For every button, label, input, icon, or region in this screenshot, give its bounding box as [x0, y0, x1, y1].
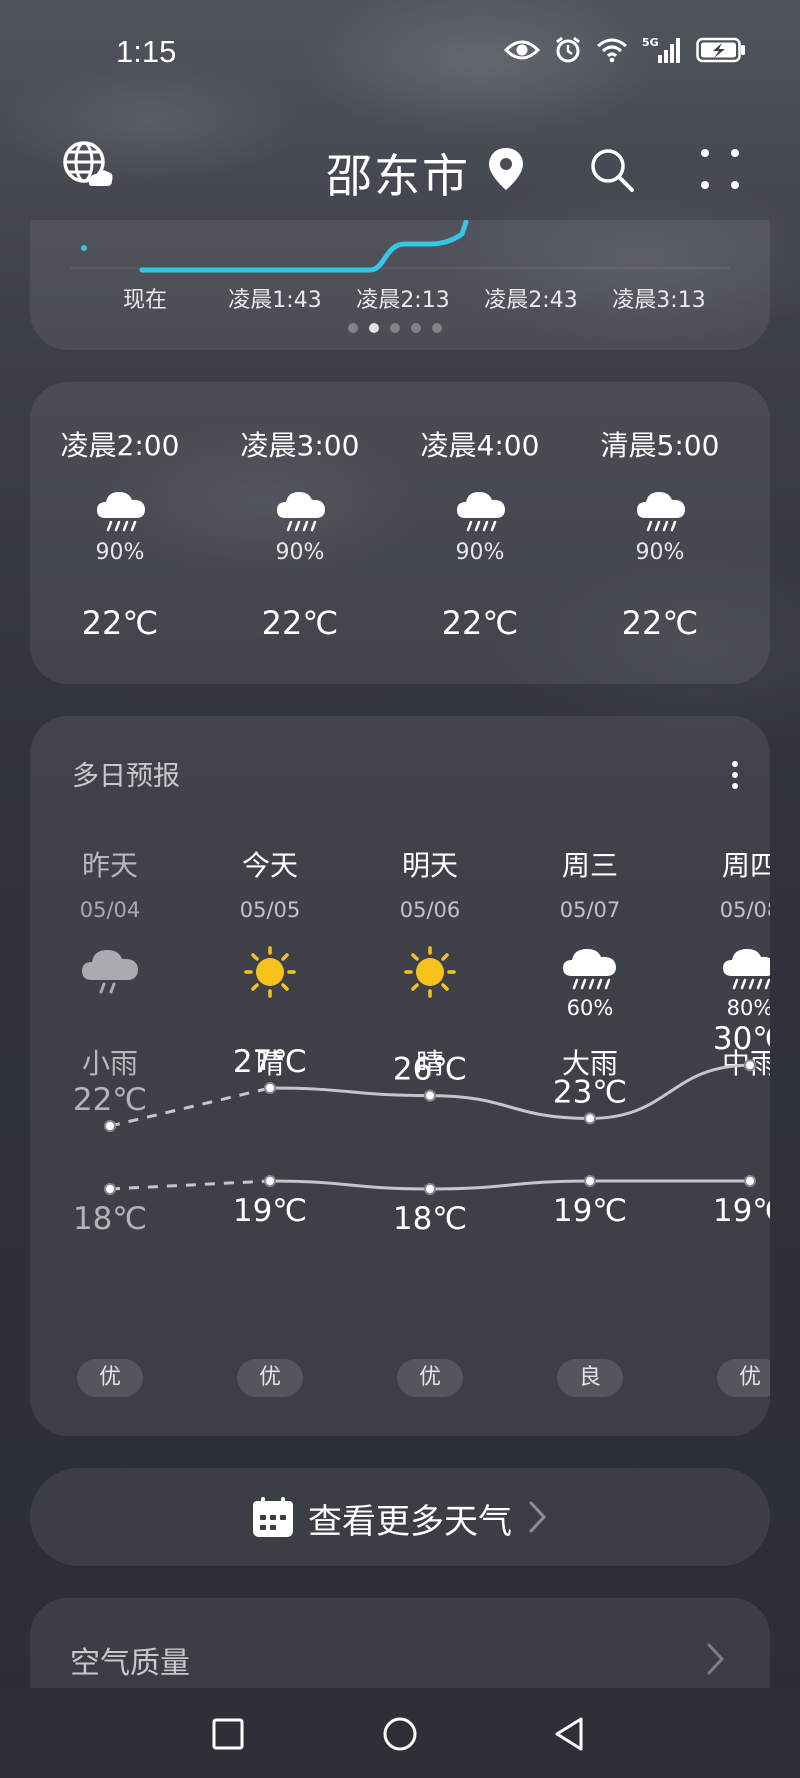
day-name: 昨天 — [81, 849, 138, 882]
hour-precip: 90% — [275, 540, 325, 565]
city-name[interactable]: 邵东市 — [326, 140, 470, 206]
day-item-thursday[interactable]: 周四 05/08 80% 中雨 优 — [690, 716, 770, 1436]
recent-apps-icon[interactable] — [206, 1712, 250, 1756]
hour-precip: 90% — [635, 540, 685, 565]
hourly-forecast-card[interactable]: 凌晨2:00 90% 22℃ 凌晨3:00 90% 22℃ 凌晨4:00 90%… — [30, 382, 770, 684]
page-dot — [432, 323, 442, 333]
calendar-icon — [251, 1495, 295, 1539]
day-date: 05/08 — [719, 898, 770, 922]
day-name: 今天 — [241, 849, 298, 882]
day-name: 周四 — [721, 849, 770, 882]
rain-cloud-icon — [95, 488, 147, 532]
temperature-line — [269, 1063, 751, 1120]
navigation-bar — [0, 1688, 800, 1778]
globe-weather-icon[interactable] — [62, 140, 114, 192]
precip-time-label: 凌晨1:43 — [228, 288, 322, 313]
page-dot — [390, 323, 400, 333]
battery-charging-icon — [696, 37, 746, 67]
chevron-right-icon — [528, 1500, 548, 1534]
day-condition: 晴 — [255, 1047, 284, 1080]
day-date: 05/07 — [559, 898, 621, 922]
hour-temp: 22℃ — [261, 604, 339, 642]
day-item-tomorrow[interactable]: 明天 05/06 晴 优 — [370, 716, 490, 1436]
hour-time: 凌晨3:00 — [240, 429, 360, 462]
rain-cloud-icon — [720, 944, 770, 1000]
alarm-icon — [554, 36, 582, 68]
precip-time-label: 凌晨2:13 — [356, 288, 450, 313]
page-dot — [348, 323, 358, 333]
light-rain-icon — [80, 944, 140, 1000]
precipitation-time-labels: 现在 凌晨1:43 凌晨2:13 凌晨2:43 凌晨3:13 — [30, 282, 770, 313]
day-precip: 80% — [726, 996, 770, 1020]
sun-icon — [240, 944, 300, 1000]
day-condition: 小雨 — [81, 1047, 138, 1080]
day-condition: 晴 — [415, 1047, 444, 1080]
air-quality-title: 空气质量 — [70, 1646, 190, 1681]
day-condition: 中雨 — [721, 1047, 770, 1080]
day-item-wednesday[interactable]: 周三 05/07 60% 大雨 良 — [530, 716, 650, 1436]
day-precip: 60% — [566, 996, 614, 1020]
sun-icon — [400, 944, 460, 1000]
5g-signal-icon: 5G — [642, 36, 682, 68]
hourly-item: 清晨5:00 90% 22℃ — [570, 382, 750, 684]
hourly-item: 凌晨2:00 90% 22℃ — [30, 382, 210, 684]
aqi-badge: 优 — [237, 1359, 303, 1397]
hour-precip: 90% — [95, 540, 145, 565]
precip-time-label: 凌晨2:43 — [484, 288, 578, 313]
more-weather-button[interactable]: 查看更多天气 — [30, 1468, 770, 1566]
precipitation-line-chart — [70, 220, 730, 273]
day-name: 周三 — [561, 849, 618, 882]
hour-time: 凌晨4:00 — [420, 429, 540, 462]
aqi-badge: 优 — [397, 1359, 463, 1397]
page-dot — [411, 323, 421, 333]
more-weather-label: 查看更多天气 — [308, 1502, 512, 1542]
precipitation-card[interactable]: 现在 凌晨1:43 凌晨2:13 凌晨2:43 凌晨3:13 — [30, 220, 770, 350]
day-name: 明天 — [401, 849, 458, 882]
hour-temp: 22℃ — [441, 604, 519, 642]
day-date: 05/04 — [79, 898, 141, 922]
hourly-item: 凌晨3:00 90% 22℃ — [210, 382, 390, 684]
day-condition: 大雨 — [561, 1047, 618, 1080]
eye-icon — [503, 38, 541, 66]
page-dot-active — [369, 323, 379, 333]
page-indicator — [348, 323, 442, 333]
status-time: 1:15 — [116, 34, 177, 69]
more-icon[interactable] — [698, 145, 742, 195]
temperature-line — [269, 1179, 750, 1191]
chevron-right-icon — [706, 1642, 726, 1676]
hour-temp: 22℃ — [621, 604, 699, 642]
hourly-item: 凌晨4:00 90% 22℃ — [390, 382, 570, 684]
precip-time-label: 现在 — [122, 288, 168, 313]
rain-cloud-icon — [635, 488, 687, 532]
precipitation-point — [81, 245, 87, 251]
rain-cloud-icon — [560, 944, 620, 1000]
aqi-badge: 良 — [557, 1359, 623, 1397]
day-item-yesterday[interactable]: 昨天 05/04 小雨 优 — [50, 716, 170, 1436]
rain-cloud-icon — [455, 488, 507, 532]
aqi-badge: 优 — [77, 1359, 143, 1397]
search-icon[interactable] — [588, 146, 636, 194]
precip-time-label: 凌晨3:13 — [612, 288, 706, 313]
aqi-badge: 优 — [717, 1359, 770, 1397]
hour-precip: 90% — [455, 540, 505, 565]
precipitation-line — [139, 220, 469, 273]
day-date: 05/06 — [399, 898, 461, 922]
daily-forecast-card[interactable]: 多日预报 昨天 05/04 小雨 优 今天 05/05 晴 优 明天 05/06… — [30, 716, 770, 1436]
hour-time: 凌晨2:00 — [60, 429, 180, 462]
svg-text:5G: 5G — [642, 36, 659, 49]
status-bar: 1:15 5G — [0, 0, 800, 100]
day-date: 05/05 — [239, 898, 301, 922]
wifi-icon — [596, 37, 628, 67]
hour-temp: 22℃ — [81, 604, 159, 642]
header: 邵东市 — [0, 120, 800, 210]
back-icon[interactable] — [548, 1712, 592, 1756]
home-icon[interactable] — [378, 1712, 422, 1756]
hour-time: 清晨5:00 — [600, 429, 720, 462]
status-icons: 5G — [503, 36, 746, 68]
location-pin-icon — [487, 146, 525, 192]
day-item-today[interactable]: 今天 05/05 晴 优 — [210, 716, 330, 1436]
rain-cloud-icon — [275, 488, 327, 532]
